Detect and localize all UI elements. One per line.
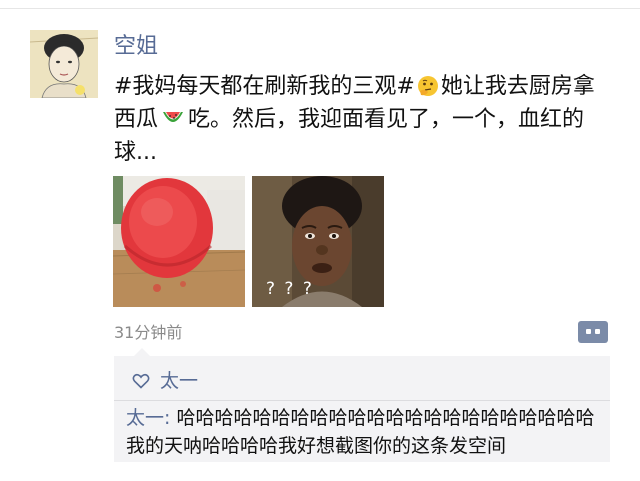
- post-image-watermelon[interactable]: [113, 176, 245, 307]
- dot-icon: [586, 329, 591, 334]
- username[interactable]: 空姐: [114, 32, 158, 62]
- watermelon-emoji-icon: [163, 112, 184, 122]
- post-text-hashtag[interactable]: #我妈每天都在刷新我的三观#: [114, 74, 415, 99]
- avatar-illustration: [30, 30, 98, 98]
- comment-author[interactable]: 太一: [126, 407, 164, 429]
- post-text: #我妈每天都在刷新我的三观# 她让我去厨房拿西瓜 吃。然后，我迎面看见了，一个，血红…: [114, 70, 614, 169]
- likes-row: 太一: [132, 368, 198, 394]
- post-image-reaction[interactable]: ? ? ?: [252, 176, 384, 307]
- comment-text: 哈哈哈哈哈哈哈哈哈哈哈哈哈哈哈哈哈哈哈哈哈哈我的天呐哈哈哈哈我好想截图你的这条发…: [126, 407, 595, 457]
- top-divider: [0, 8, 640, 9]
- thinking-face-emoji-icon: [417, 76, 438, 96]
- post-timestamp: 31分钟前: [114, 323, 183, 342]
- likes-comments-panel: 太一 太一: 哈哈哈哈哈哈哈哈哈哈哈哈哈哈哈哈哈哈哈哈哈哈我的天呐哈哈哈哈我好想…: [114, 348, 610, 462]
- image-overlay-text: ? ? ?: [266, 279, 314, 299]
- heart-outline-icon: [132, 373, 150, 389]
- avatar[interactable]: [30, 30, 98, 98]
- comment-button[interactable]: [578, 321, 608, 343]
- watermelon-photo: [113, 176, 245, 307]
- divider: [114, 400, 610, 401]
- dot-icon: [595, 329, 600, 334]
- comment-separator: :: [164, 407, 177, 429]
- comment-item[interactable]: 太一: 哈哈哈哈哈哈哈哈哈哈哈哈哈哈哈哈哈哈哈哈哈哈我的天呐哈哈哈哈我好想截图你…: [126, 404, 606, 460]
- liker-name[interactable]: 太一: [160, 368, 198, 394]
